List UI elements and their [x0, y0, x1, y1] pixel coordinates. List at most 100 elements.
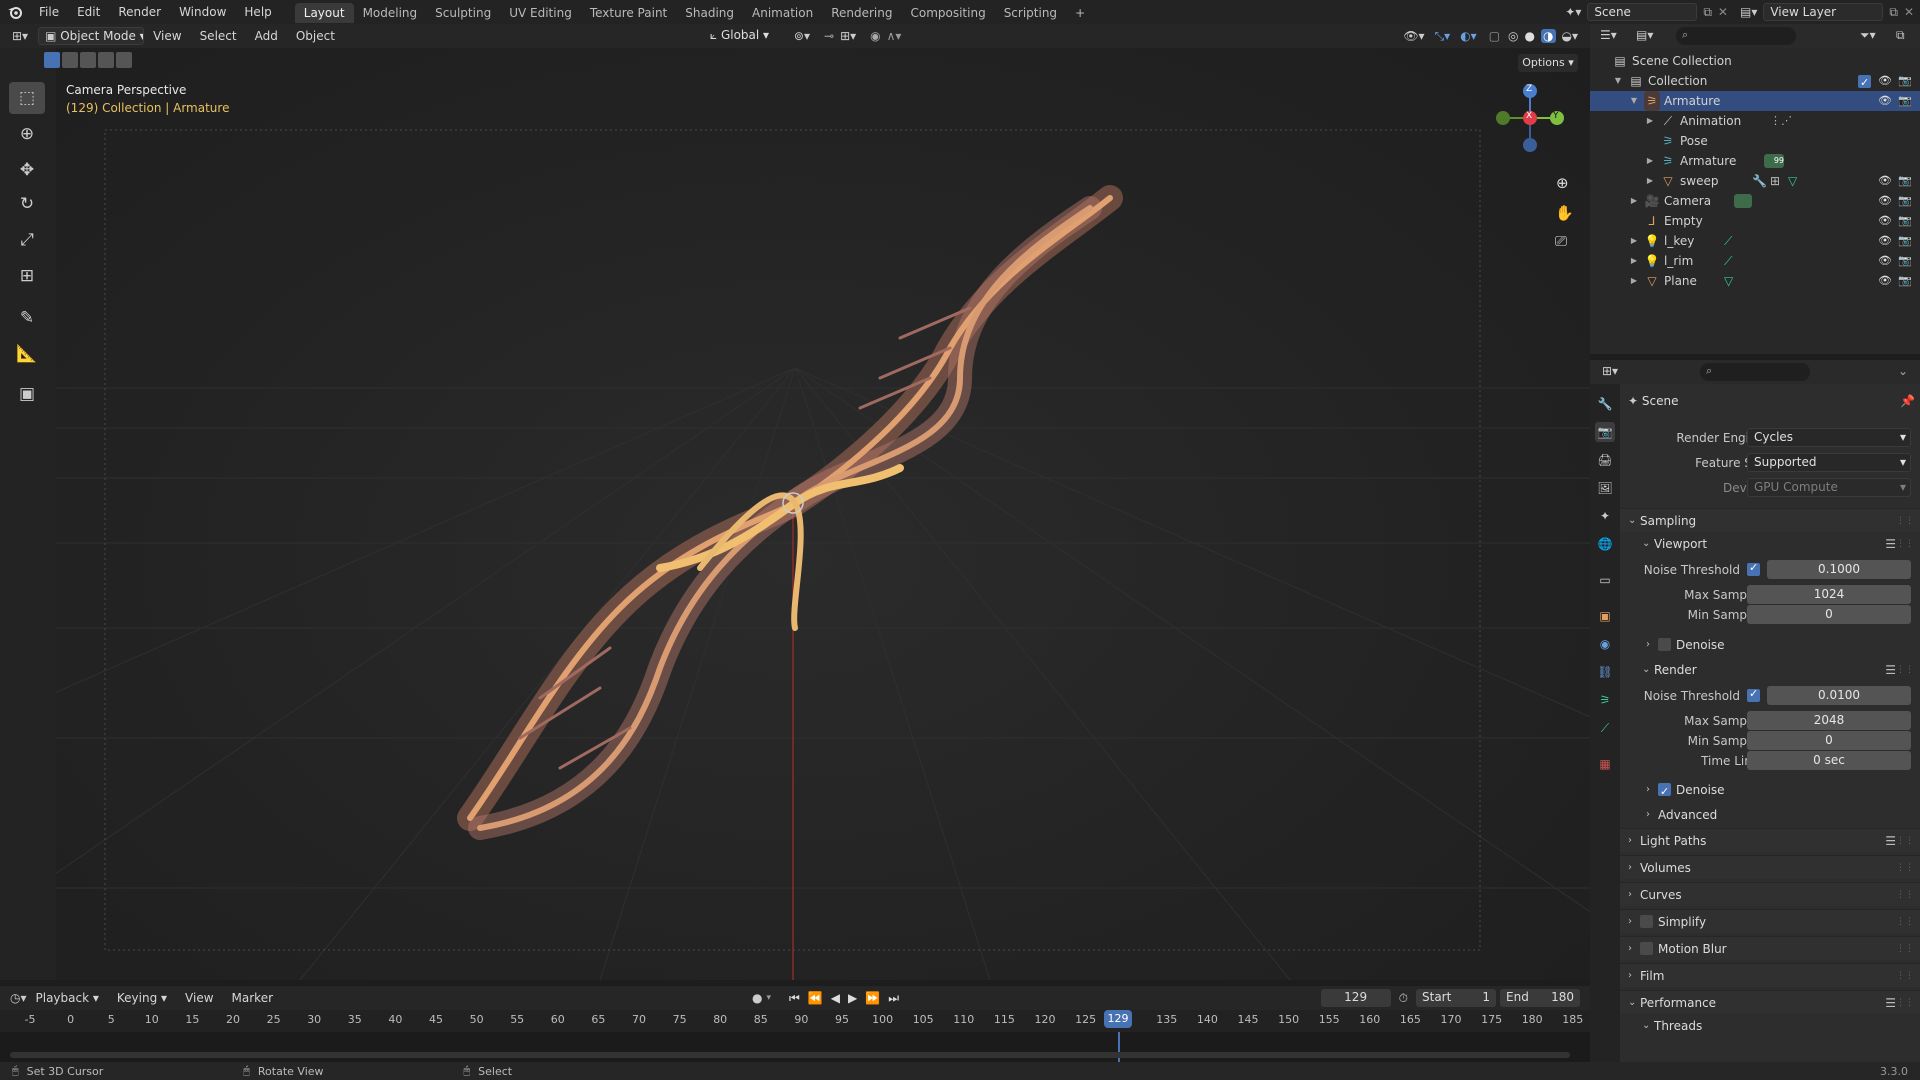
viewport-menu-view[interactable]: View [144, 24, 190, 48]
snap-icon[interactable]: ⊸ [824, 29, 834, 43]
simplify-section-header[interactable]: › Simplify ⋮⋮ [1620, 909, 1920, 933]
feature-set-dropdown[interactable]: Supported ▾ [1747, 453, 1911, 472]
render-max-samples-field[interactable]: 2048 [1747, 711, 1911, 730]
measure-tool-icon[interactable]: 📐 [9, 338, 45, 370]
expand-arrow-icon[interactable]: ▶ [1644, 151, 1656, 171]
render-camera-icon[interactable]: 📷 [1898, 91, 1912, 111]
workspace-tab-shading[interactable]: Shading [676, 3, 743, 23]
timeline-scrollbar[interactable] [10, 1052, 1570, 1058]
viewport-noise-threshold-field[interactable]: 0.1000 [1767, 560, 1911, 579]
expand-arrow-icon[interactable]: ▶ [1628, 251, 1640, 271]
workspace-tab-scripting[interactable]: Scripting [995, 3, 1066, 23]
render-noise-threshold-checkbox[interactable] [1747, 687, 1760, 702]
current-frame-field[interactable]: 129 [1320, 989, 1391, 1007]
scene-selector-icon[interactable]: ✦▾ [1565, 5, 1581, 19]
timeline-menu-keying[interactable]: Keying ▾ [108, 986, 176, 1010]
visibility-icon[interactable]: 👁▾ [1403, 29, 1424, 43]
menu-render[interactable]: Render [109, 0, 170, 24]
simplify-checkbox[interactable] [1640, 915, 1653, 928]
timeline-menu-view[interactable]: View [176, 986, 222, 1010]
keying-options-icon[interactable]: ▾ [767, 993, 772, 1003]
transform-orientation-dropdown[interactable]: ⟀ Global ▾ [704, 27, 782, 45]
zoom-icon[interactable]: ⊕ [1556, 174, 1569, 192]
render-tab-icon[interactable]: 📷 [1595, 422, 1615, 442]
eye-icon[interactable]: 👁 [1878, 251, 1892, 271]
new-view-layer-icon[interactable]: ⧉ [1889, 5, 1898, 20]
viewport-denoise-row[interactable]: › Denoise [1620, 634, 1920, 656]
outliner-search-input[interactable]: ⌕ [1676, 27, 1796, 45]
expand-arrow-icon[interactable]: ▶ [1644, 171, 1656, 191]
menu-file[interactable]: File [30, 0, 68, 24]
expand-arrow-icon[interactable]: ▶ [1628, 231, 1640, 251]
threads-subsection-header[interactable]: ⌄ Threads [1620, 1015, 1920, 1037]
eye-icon[interactable]: 👁 [1878, 171, 1892, 191]
presets-list-icon[interactable]: ☰ [1885, 659, 1896, 681]
drag-handle-icon[interactable]: ⋮⋮ [1896, 883, 1914, 907]
drag-handle-icon[interactable]: ⋮⋮ [1896, 991, 1914, 1015]
outliner-row-l-rim[interactable]: ▶ 💡 l_rim ⟋ 👁 📷 [1590, 251, 1920, 271]
workspace-tab-texture-paint[interactable]: Texture Paint [581, 3, 676, 23]
workspace-tab-animation[interactable]: Animation [743, 3, 822, 23]
outliner-row-pose[interactable]: ⚞ Pose [1590, 131, 1920, 151]
physics-tab-icon[interactable]: ◉ [1595, 634, 1615, 654]
filter-icon[interactable]: ⏷▾ [1860, 28, 1876, 43]
playhead-frame-indicator[interactable]: 129 [1104, 1010, 1132, 1028]
select-new-icon[interactable] [44, 52, 60, 68]
add-workspace-button[interactable]: + [1066, 3, 1094, 23]
workspace-tab-sculpting[interactable]: Sculpting [426, 3, 500, 23]
properties-search-input[interactable]: ⌕ [1700, 363, 1810, 381]
outliner-row-collection[interactable]: ▼ ▤ Collection 👁 📷 [1590, 71, 1920, 93]
viewport-menu-select[interactable]: Select [191, 24, 246, 48]
timeline-editor-type-icon[interactable]: ◷▾ [10, 991, 27, 1005]
workspace-tab-layout[interactable]: Layout [294, 3, 354, 23]
eye-icon[interactable]: 👁 [1878, 271, 1892, 291]
pivot-point-icon[interactable]: ⊚▾ [794, 29, 810, 43]
render-engine-dropdown[interactable]: Cycles ▾ [1747, 428, 1911, 447]
outliner-row-l-key[interactable]: ▶ 💡 l_key ⟋ 👁 📷 [1590, 231, 1920, 251]
solid-shading-icon[interactable]: ● [1525, 29, 1535, 43]
eye-icon[interactable]: 👁 [1878, 71, 1892, 91]
play-icon[interactable]: ▶ [848, 991, 857, 1005]
blender-logo-icon[interactable] [0, 0, 30, 24]
new-collection-icon[interactable]: ⧉ [1896, 28, 1905, 43]
scale-tool-icon[interactable]: ⤢ [9, 224, 45, 256]
viewport-menu-object[interactable]: Object [287, 24, 344, 48]
transform-tool-icon[interactable]: ⊞ [9, 260, 45, 292]
scene-tab-icon[interactable]: ✦ [1595, 506, 1615, 526]
drag-handle-icon[interactable]: ⋮⋮ [1896, 533, 1914, 555]
outliner-row-animation[interactable]: ▶ ⟋ Animation ⋮⋰ [1590, 111, 1920, 131]
viewport-subsection-header[interactable]: ⌄ Viewport ☰ ⋮⋮ [1620, 533, 1920, 555]
display-mode-icon[interactable]: ▤▾ [1636, 28, 1653, 42]
eye-icon[interactable]: 👁 [1878, 191, 1892, 211]
presets-list-icon[interactable]: ☰ [1885, 829, 1896, 853]
viewport-max-samples-field[interactable]: 1024 [1747, 585, 1911, 604]
menu-window[interactable]: Window [170, 0, 235, 24]
delete-view-layer-icon[interactable]: ✕ [1904, 5, 1914, 19]
select-subtract-icon[interactable] [80, 52, 96, 68]
device-dropdown[interactable]: GPU Compute ▾ [1747, 478, 1911, 497]
delete-scene-icon[interactable]: ✕ [1718, 5, 1728, 19]
jump-to-prev-keyframe-icon[interactable]: ⏪ [808, 991, 823, 1005]
render-denoise-row[interactable]: › Denoise [1620, 779, 1920, 803]
expand-arrow-icon[interactable]: ▼ [1612, 71, 1624, 91]
tool-tab-icon[interactable]: 🔧 [1595, 394, 1615, 414]
viewport-noise-threshold-checkbox[interactable] [1747, 561, 1760, 576]
properties-editor-type-icon[interactable]: ⊞▾ [1602, 364, 1618, 378]
render-denoise-checkbox[interactable] [1658, 781, 1671, 803]
view-layer-icon[interactable]: ▤▾ [1740, 5, 1757, 19]
options-dropdown[interactable]: Options ▾ [1518, 54, 1578, 72]
outliner-row-scene-collection[interactable]: ▤ Scene Collection [1590, 51, 1920, 71]
camera-view-icon[interactable]: ⎚ [1555, 232, 1567, 250]
curves-section-header[interactable]: › Curves ⋮⋮ [1620, 882, 1920, 906]
start-frame-field[interactable]: Start 1 [1416, 989, 1496, 1007]
world-tab-icon[interactable]: 🌐 [1595, 534, 1615, 554]
material-shading-icon[interactable]: ◑ [1541, 29, 1556, 43]
drag-handle-icon[interactable]: ⋮⋮ [1896, 937, 1914, 961]
render-min-samples-field[interactable]: 0 [1747, 731, 1911, 750]
move-tool-icon[interactable]: ✥ [9, 154, 45, 186]
viewport-menu-add[interactable]: Add [246, 24, 287, 48]
drag-handle-icon[interactable]: ⋮⋮ [1896, 509, 1914, 533]
render-camera-icon[interactable]: 📷 [1898, 191, 1912, 211]
editor-type-icon[interactable]: ⊞▾ [12, 29, 28, 43]
rotate-tool-icon[interactable]: ↻ [9, 188, 45, 220]
